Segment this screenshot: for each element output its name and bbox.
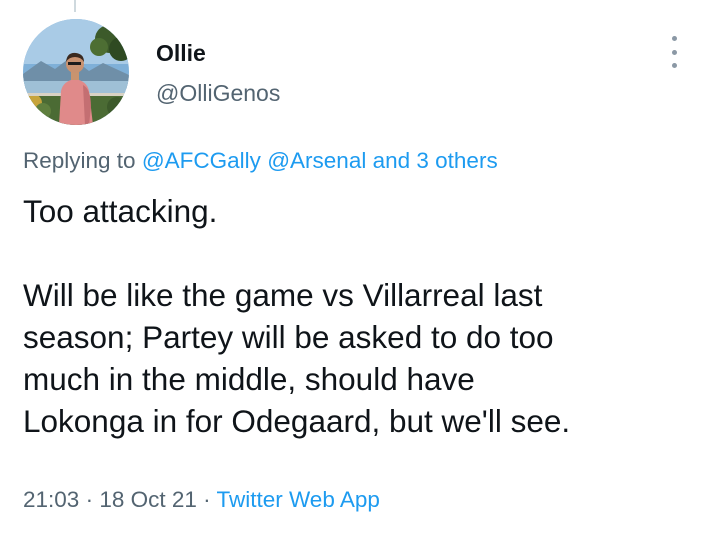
thread-connector-line (74, 0, 76, 12)
source-link[interactable]: Twitter Web App (216, 487, 379, 512)
tweet-time[interactable]: 21:03 (23, 487, 79, 512)
user-handle[interactable]: @OlliGenos (156, 80, 280, 107)
meta-separator: · (79, 487, 100, 512)
more-options-icon[interactable] (664, 36, 684, 68)
tweet-line: Too attacking. (23, 193, 218, 229)
tweet-date[interactable]: 18 Oct 21 (99, 487, 197, 512)
tweet-meta: 21:03 · 18 Oct 21 · Twitter Web App (23, 487, 380, 513)
mention-link-arsenal[interactable]: @Arsenal (267, 148, 366, 173)
reply-prefix: Replying to (23, 148, 142, 173)
more-dot (671, 36, 677, 41)
display-name[interactable]: Ollie (156, 40, 206, 67)
tweet-card: Ollie @OlliGenos Replying to @AFCGally @… (0, 0, 714, 538)
reply-connector: and (366, 148, 417, 173)
tweet-paragraph-gap (23, 232, 703, 274)
tweet-line: much in the middle, should have (23, 361, 475, 397)
avatar[interactable] (23, 19, 129, 125)
meta-separator: · (196, 487, 217, 512)
reply-context: Replying to @AFCGally @Arsenal and 3 oth… (23, 148, 498, 174)
tweet-line: Will be like the game vs Villarreal last (23, 277, 543, 313)
others-link[interactable]: 3 others (416, 148, 497, 173)
tweet-line: Lokonga in for Odegaard, but we'll see. (23, 403, 571, 439)
tweet-text: Too attacking. Will be like the game vs … (23, 190, 703, 442)
avatar-photo (23, 19, 129, 125)
more-dot (671, 49, 677, 55)
tweet-line: season; Partey will be asked to do too (23, 319, 554, 355)
more-dot (671, 63, 677, 68)
mention-link-afcgally[interactable]: @AFCGally (142, 148, 261, 173)
